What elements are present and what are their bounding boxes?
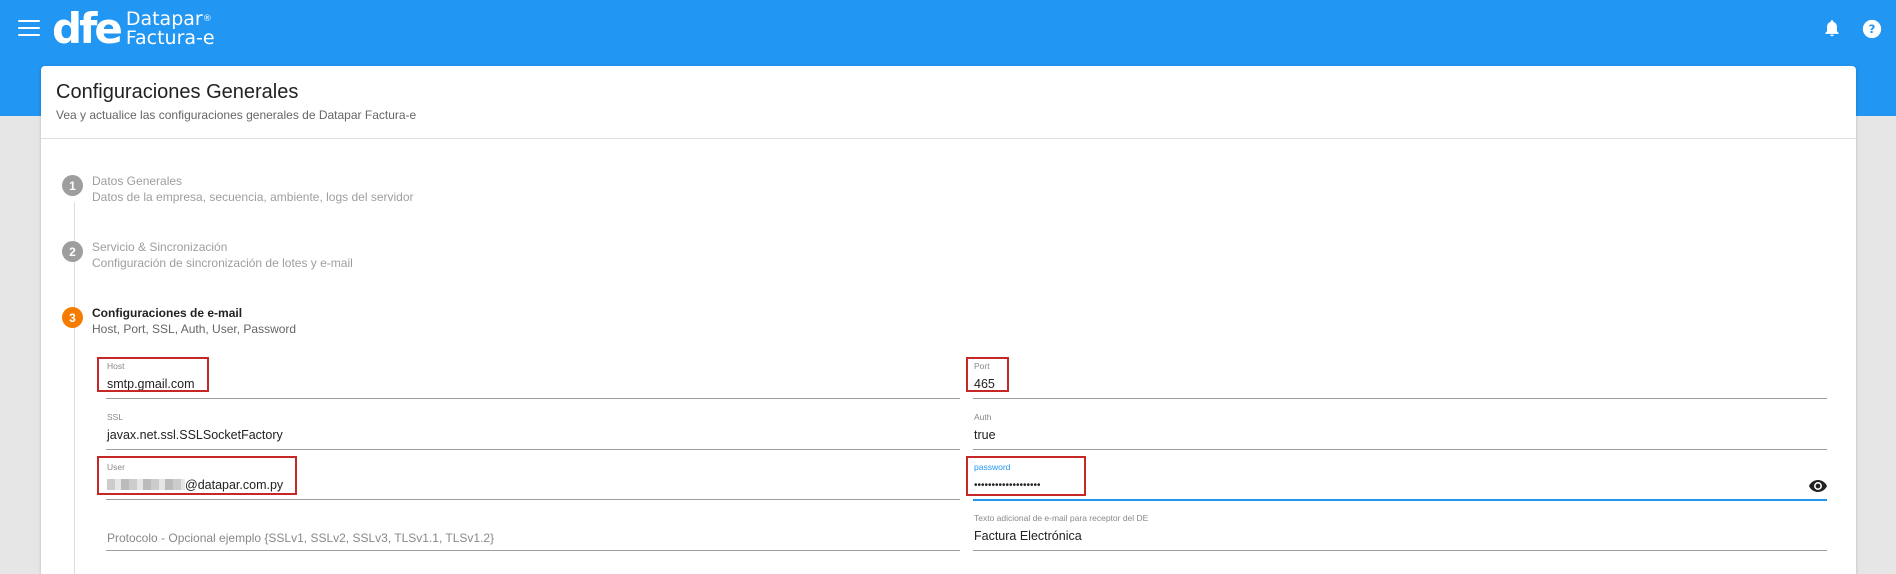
step-title: Servicio & Sincronización: [92, 240, 228, 254]
step-description: Host, Port, SSL, Auth, User, Password: [92, 322, 297, 336]
registered-mark: ®: [202, 14, 212, 24]
auth-field[interactable]: Auth true: [973, 412, 1827, 450]
logo-text: Datapar® Factura-e: [126, 10, 215, 48]
step-description: Datos de la empresa, secuencia, ambiente…: [92, 190, 414, 204]
port-field[interactable]: Port 465: [973, 361, 1827, 399]
page-subtitle: Vea y actualice las configuraciones gene…: [56, 108, 417, 122]
svg-text:?: ?: [1869, 22, 1876, 36]
texto-adicional-field[interactable]: Texto adicional de e-mail para receptor …: [973, 513, 1827, 551]
menu-icon[interactable]: [18, 20, 40, 38]
host-field[interactable]: Host smtp.gmail.com: [106, 361, 960, 399]
step-description: Configuración de sincronización de lotes…: [92, 256, 353, 270]
protocolo-field[interactable]: Protocolo - Opcional ejemplo {SSLv1, SSL…: [106, 513, 960, 551]
protocolo-input[interactable]: Protocolo - Opcional ejemplo {SSLv1, SSL…: [107, 531, 494, 545]
settings-card: Configuraciones Generales Vea y actualic…: [41, 66, 1856, 574]
password-field[interactable]: password •••••••••••••••••••: [973, 462, 1827, 501]
page-title: Configuraciones Generales: [56, 81, 299, 103]
host-highlight-box: [97, 357, 209, 392]
auth-input[interactable]: true: [974, 428, 996, 442]
ssl-label: SSL: [107, 412, 124, 422]
step-number: 1: [62, 175, 83, 196]
step-title: Configuraciones de e-mail: [92, 306, 243, 320]
port-highlight-box: [966, 357, 1009, 392]
step-datos-generales[interactable]: 1 Datos Generales Datos de la empresa, s…: [62, 173, 414, 205]
user-highlight-box: [97, 456, 297, 495]
app-logo[interactable]: dfe Datapar® Factura-e: [52, 8, 215, 50]
texto-adicional-input[interactable]: Factura Electrónica: [974, 529, 1082, 543]
logo-mark: dfe: [52, 4, 123, 53]
auth-label: Auth: [974, 412, 992, 422]
show-password-eye-icon[interactable]: [1809, 480, 1827, 492]
step-title: Datos Generales: [92, 174, 183, 188]
notifications-bell-icon[interactable]: [1822, 18, 1842, 38]
step-configuraciones-email[interactable]: 3 Configuraciones de e-mail Host, Port, …: [62, 305, 296, 337]
ssl-input[interactable]: javax.net.ssl.SSLSocketFactory: [107, 428, 283, 442]
logo-line2: Factura-e: [125, 27, 215, 49]
step-number: 2: [62, 241, 83, 262]
help-icon[interactable]: ?: [1861, 18, 1883, 40]
step-number: 3: [62, 307, 83, 328]
card-header: Configuraciones Generales Vea y actualic…: [41, 66, 1856, 139]
ssl-field[interactable]: SSL javax.net.ssl.SSLSocketFactory: [106, 412, 960, 450]
password-highlight-box: [966, 456, 1086, 496]
texto-adicional-label: Texto adicional de e-mail para receptor …: [974, 513, 1149, 523]
step-servicio-sincronizacion[interactable]: 2 Servicio & Sincronización Configuració…: [62, 239, 353, 271]
